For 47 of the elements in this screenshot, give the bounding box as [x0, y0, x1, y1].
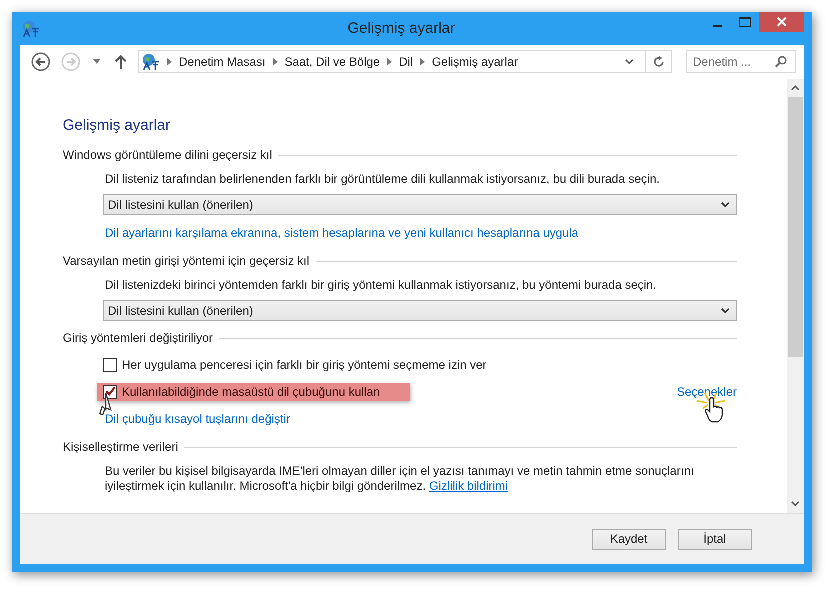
maximize-icon — [739, 17, 751, 27]
section-description: Dil listeniz tarafından belirlenenden farklı bir görüntüleme dili kullanmak istiyorsanız, bu dili burada seçin. — [105, 172, 661, 186]
privacy-paragraph: Bu veriler bu kişisel bilgisayarda IME'leri olmayan diller için el yazısı tanımayı ve metin tahmin etme sonuçlarını iyileştirmek için kullanılır. Microsoft'a hiçbir bilgi gönderilmez. Gizlilik bildirimi — [105, 464, 696, 494]
scrollbar[interactable] — [787, 79, 804, 513]
arrow-cursor-icon — [99, 392, 115, 416]
chevron-down-icon — [721, 202, 730, 208]
page-heading: Gelişmiş ayarlar — [63, 117, 172, 134]
chevron-down-icon — [721, 308, 730, 314]
checkbox-label[interactable]: Her uygulama penceresi için farklı bir giriş yöntemi seçmeme izin ver — [122, 358, 487, 372]
close-icon — [776, 17, 786, 27]
section-title: Giriş yöntemleri değiştiriliyor — [63, 331, 214, 345]
section-title: Kişiselleştirme verileri — [63, 440, 178, 454]
address-bar[interactable]: Denetim Masası Saat, Dil ve Bölge Dil Gelişmiş ayarlar — [138, 50, 672, 73]
section-description: Dil listenizdeki birinci yöntemden farklı bir giriş yöntemi kullanmak istiyorsanız, bu yöntemi burada seçin. — [105, 278, 658, 292]
options-link[interactable]: Seçenekler — [676, 384, 737, 398]
globe-language-icon — [142, 52, 160, 70]
dialog-button[interactable]: İptal — [678, 528, 752, 550]
checkbox[interactable] — [103, 384, 117, 398]
checkbox-label[interactable]: Kullanılabildiğinde masaüstü dil çubuğunu kullan — [122, 384, 380, 398]
language-dropdown[interactable]: Dil listesini kullan (önerilen) — [103, 194, 737, 215]
section-title: Varsayılan metin girişi yöntemi için geçersiz kıl — [63, 254, 310, 268]
scroll-down-icon[interactable] — [791, 501, 800, 507]
breadcrumb-item[interactable]: Denetim Masası — [179, 54, 266, 68]
breadcrumb-item[interactable]: Saat, Dil ve Bölge — [284, 54, 380, 68]
breadcrumb-separator-icon — [420, 58, 426, 66]
scroll-up-icon[interactable] — [791, 85, 800, 91]
close-button[interactable] — [759, 12, 804, 32]
window-title: Gelişmiş ayarlar — [348, 20, 456, 37]
breadcrumb-separator-icon — [167, 58, 172, 66]
dialog-button[interactable]: Kaydet — [592, 528, 666, 550]
section-title: Windows görüntüleme dilini geçersiz kıl — [63, 148, 272, 162]
breadcrumb-item[interactable]: Dil — [399, 54, 414, 68]
breadcrumb-item[interactable]: Gelişmiş ayarlar — [432, 54, 518, 68]
search-icon — [775, 56, 787, 68]
apply-settings-link[interactable]: Dil ayarlarını karşılama ekranına, sistem hesaplarına ve yeni kullanıcı hesaplarına uygula — [105, 226, 579, 240]
chevron-down-icon[interactable] — [625, 58, 634, 64]
breadcrumb-separator-icon — [272, 58, 278, 66]
scrollbar-thumb[interactable] — [788, 97, 803, 357]
language-dropdown[interactable]: Dil listesini kullan (önerilen) — [103, 300, 737, 321]
breadcrumb-separator-icon — [387, 58, 392, 66]
minimize-icon — [712, 24, 722, 26]
refresh-icon — [652, 56, 664, 68]
hotkeys-link[interactable]: Dil çubuğu kısayol tuşlarını değiştir — [105, 412, 290, 426]
search-field[interactable]: Denetim ... — [686, 50, 796, 73]
globe-language-icon — [22, 20, 40, 38]
checkbox[interactable] — [103, 358, 117, 372]
privacy-link[interactable]: Gizlilik bildirimi — [429, 479, 508, 493]
